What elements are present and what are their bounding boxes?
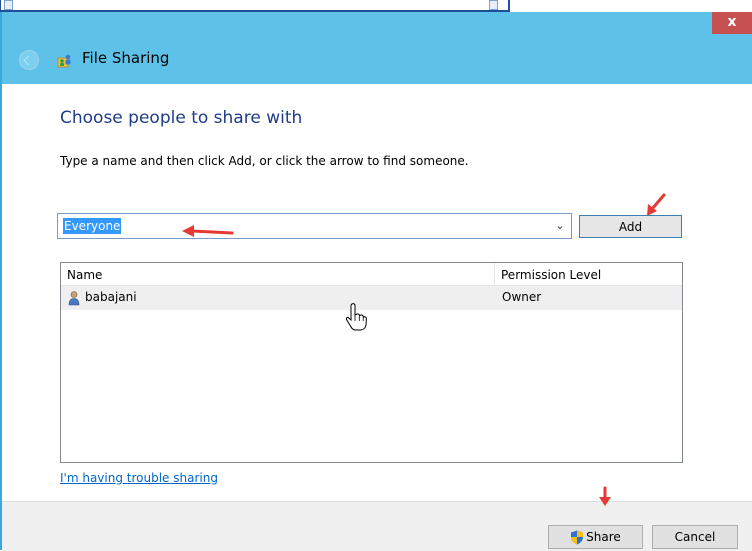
people-list[interactable]: Name Permission Level babajani Owner [60,262,683,463]
file-sharing-icon [57,54,71,68]
chevron-down-icon[interactable]: ⌄ [553,218,567,234]
file-sharing-dialog: x File Sharing Choose people to share wi… [0,12,752,551]
page-title: Choose people to share with [60,108,303,128]
back-arrow-icon[interactable] [19,50,39,70]
cancel-button[interactable]: Cancel [652,525,738,549]
list-item[interactable]: babajani Owner [61,286,682,310]
hand-cursor-icon [345,303,367,331]
share-button-label: Share [586,529,621,544]
uac-shield-icon [571,530,584,544]
annotation-arrow-share-icon [599,486,611,506]
column-header-name[interactable]: Name [61,263,495,285]
window-title: File Sharing [82,49,170,67]
list-header: Name Permission Level [61,263,682,286]
instruction-text: Type a name and then click Add, or click… [60,154,469,168]
background-window-button [489,0,498,10]
close-button[interactable]: x [712,12,752,34]
user-icon [68,291,80,306]
title-bar: x File Sharing [2,12,752,84]
dialog-footer: Share Cancel [2,501,752,551]
name-input-value[interactable]: Everyone [63,218,122,234]
background-window-button [4,0,13,10]
trouble-sharing-link[interactable]: I'm having trouble sharing [60,471,218,485]
annotation-arrow-add-icon [647,193,666,216]
annotation-arrow-name-icon [182,225,234,237]
name-combo-box[interactable]: Everyone ⌄ [57,213,572,239]
background-window-strip [0,0,510,12]
share-button[interactable]: Share [548,525,643,549]
row-permission[interactable]: Owner [502,290,541,304]
column-header-permission[interactable]: Permission Level [495,263,682,285]
row-name: babajani [85,290,137,304]
